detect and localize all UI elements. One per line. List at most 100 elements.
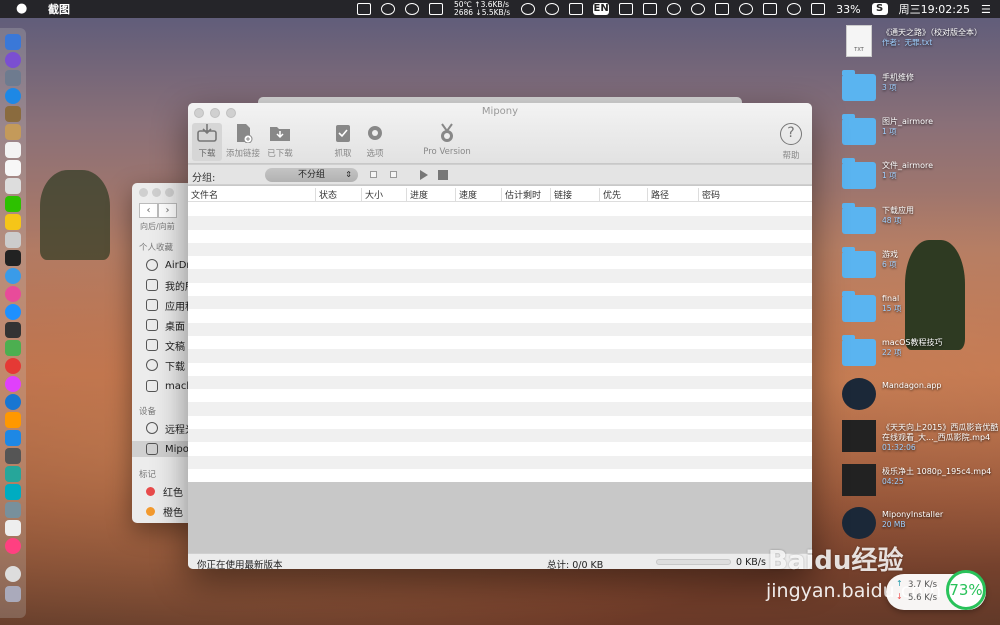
minimize-button[interactable] xyxy=(152,188,161,197)
forward-button[interactable]: › xyxy=(158,203,177,218)
textedit-icon[interactable] xyxy=(5,160,21,176)
stickies-icon[interactable] xyxy=(5,214,21,230)
table-row[interactable] xyxy=(188,230,812,243)
baidu-netdisk-icon[interactable] xyxy=(5,394,21,410)
table-row[interactable] xyxy=(188,256,812,269)
table-row[interactable] xyxy=(188,455,812,469)
launchpad-icon[interactable] xyxy=(5,70,21,86)
downloads-stack-icon[interactable] xyxy=(5,566,21,582)
download-icon[interactable] xyxy=(569,3,584,15)
back-button[interactable]: ‹ xyxy=(139,203,158,218)
desktop-item[interactable]: TXT 《通天之路》（校对版全本） 作者：无罪.txt xyxy=(842,25,1000,65)
options-button[interactable]: 选项 xyxy=(360,123,390,161)
sidebar-item-tag-red[interactable]: 红色 xyxy=(146,483,183,499)
contacts-icon[interactable] xyxy=(5,106,21,122)
table-row[interactable] xyxy=(188,429,812,443)
desktop-item[interactable]: Mandagon.app xyxy=(842,378,1000,418)
lock-icon[interactable] xyxy=(643,3,658,15)
wechat-icon[interactable] xyxy=(5,196,21,212)
desktop-item[interactable]: 极乐净土 1080p_195c4.mp4 04:25 xyxy=(842,464,1000,504)
table-row[interactable] xyxy=(188,242,812,257)
table-row[interactable] xyxy=(188,336,812,349)
photos-icon[interactable] xyxy=(5,286,21,302)
column-header[interactable]: 状态 xyxy=(316,188,362,201)
column-header[interactable]: 大小 xyxy=(362,188,407,201)
window-icon[interactable] xyxy=(428,3,443,15)
desktop-item[interactable]: 《天天向上2015》西瓜影音优酷在线观看_大..._西瓜影院.mp4 01:32:… xyxy=(842,420,1000,460)
table-row[interactable] xyxy=(188,402,812,416)
table-row[interactable] xyxy=(188,349,812,363)
netease-music-icon[interactable] xyxy=(5,358,21,374)
column-header[interactable]: 进度 xyxy=(407,188,456,201)
zoom-button[interactable] xyxy=(165,188,174,197)
itunes-icon[interactable] xyxy=(5,376,21,392)
desktop-item[interactable]: 图片_airmore 1 项 xyxy=(842,114,1000,154)
input-method-badge[interactable]: EN xyxy=(593,3,610,15)
photo-icon[interactable] xyxy=(5,232,21,248)
search-icon[interactable] xyxy=(691,3,706,15)
column-header[interactable]: 链接 xyxy=(551,188,600,201)
collapse-all-icon[interactable] xyxy=(390,171,397,178)
column-header[interactable]: 优先 xyxy=(600,188,648,201)
finder-icon[interactable] xyxy=(5,34,21,50)
table-row[interactable] xyxy=(188,363,812,376)
gear-icon[interactable] xyxy=(380,3,395,15)
grab-button[interactable]: 抓取 xyxy=(328,123,358,161)
column-header[interactable]: 密码 xyxy=(699,188,812,201)
network-monitor-widget[interactable]: ↑ 3.7 K/s ↓ 5.6 K/s 73% xyxy=(886,570,986,610)
table-row[interactable] xyxy=(188,375,812,390)
column-header[interactable]: 估计剩时 xyxy=(502,188,551,201)
table-row[interactable] xyxy=(188,309,812,322)
table-row[interactable] xyxy=(188,416,812,429)
column-header[interactable]: 路径 xyxy=(648,188,699,201)
sidebar-item-tag-orange[interactable]: 橙色 xyxy=(146,503,183,519)
sidebar-item-home[interactable]: macb xyxy=(146,378,193,394)
desktop-item[interactable]: 游戏 6 项 xyxy=(842,247,1000,287)
menu-clock[interactable]: 周三19:02:25 xyxy=(899,1,970,17)
table-row[interactable] xyxy=(188,216,812,230)
airmore-icon[interactable] xyxy=(5,484,21,500)
phone-icon[interactable] xyxy=(404,3,419,15)
close-button[interactable] xyxy=(139,188,148,197)
desktop-item[interactable]: 下载应用 48 项 xyxy=(842,203,1000,243)
messages-icon[interactable] xyxy=(5,340,21,356)
table-row[interactable] xyxy=(188,469,812,482)
desktop-item[interactable]: macOS教程技巧 22 项 xyxy=(842,335,1000,375)
siri-icon[interactable] xyxy=(5,52,21,68)
start-all-icon[interactable] xyxy=(420,170,428,180)
airplay-icon[interactable] xyxy=(356,3,371,15)
app-store-icon[interactable] xyxy=(5,268,21,284)
download-table[interactable]: 文件名 状态 大小 进度 速度 估计剩时 链接 优先 路径 密码 xyxy=(188,186,812,482)
wifi-icon[interactable] xyxy=(787,3,802,15)
sidebar-item-documents[interactable]: 文稿 xyxy=(146,337,185,353)
utility-icon[interactable] xyxy=(5,502,21,518)
table-row[interactable] xyxy=(188,322,812,336)
notes-app-icon[interactable] xyxy=(5,124,21,140)
add-link-button[interactable]: 添加链接 xyxy=(224,123,262,161)
sidebar-item-airdrop[interactable]: AirDr xyxy=(146,257,191,273)
table-row[interactable] xyxy=(188,269,812,283)
desktop-item[interactable]: 文件_airmore 1 项 xyxy=(842,158,1000,198)
table-row[interactable] xyxy=(188,296,812,310)
stop-all-icon[interactable] xyxy=(438,170,448,180)
bluetooth-icon[interactable] xyxy=(739,3,754,15)
column-header[interactable]: 文件名 xyxy=(188,188,316,201)
qq-icon[interactable] xyxy=(521,3,536,15)
help-button[interactable]: ? 帮助 xyxy=(776,123,806,161)
maps-icon[interactable] xyxy=(5,466,21,482)
pin-icon[interactable] xyxy=(545,3,560,15)
download-tab-button[interactable]: 下载 xyxy=(192,123,222,161)
network-speed[interactable]: 50℃ ↑3.6KB/s 2686 ↓5.5KB/s xyxy=(454,1,510,17)
terminal-icon[interactable] xyxy=(5,250,21,266)
safari-icon[interactable] xyxy=(5,88,21,104)
group-select[interactable]: 不分组 ⇕ xyxy=(265,168,358,182)
desktop-item[interactable]: final 15 项 xyxy=(842,291,1000,331)
pro-version-button[interactable]: Pro Version xyxy=(420,123,474,161)
sync-icon[interactable] xyxy=(667,3,682,15)
downloaded-button[interactable]: 已下载 xyxy=(264,123,296,161)
appstore-a-icon[interactable] xyxy=(5,430,21,446)
preview-icon[interactable] xyxy=(5,178,21,194)
notification-center-icon[interactable]: ☰ xyxy=(981,3,995,16)
notes-icon[interactable] xyxy=(715,3,730,15)
table-row[interactable] xyxy=(188,442,812,455)
